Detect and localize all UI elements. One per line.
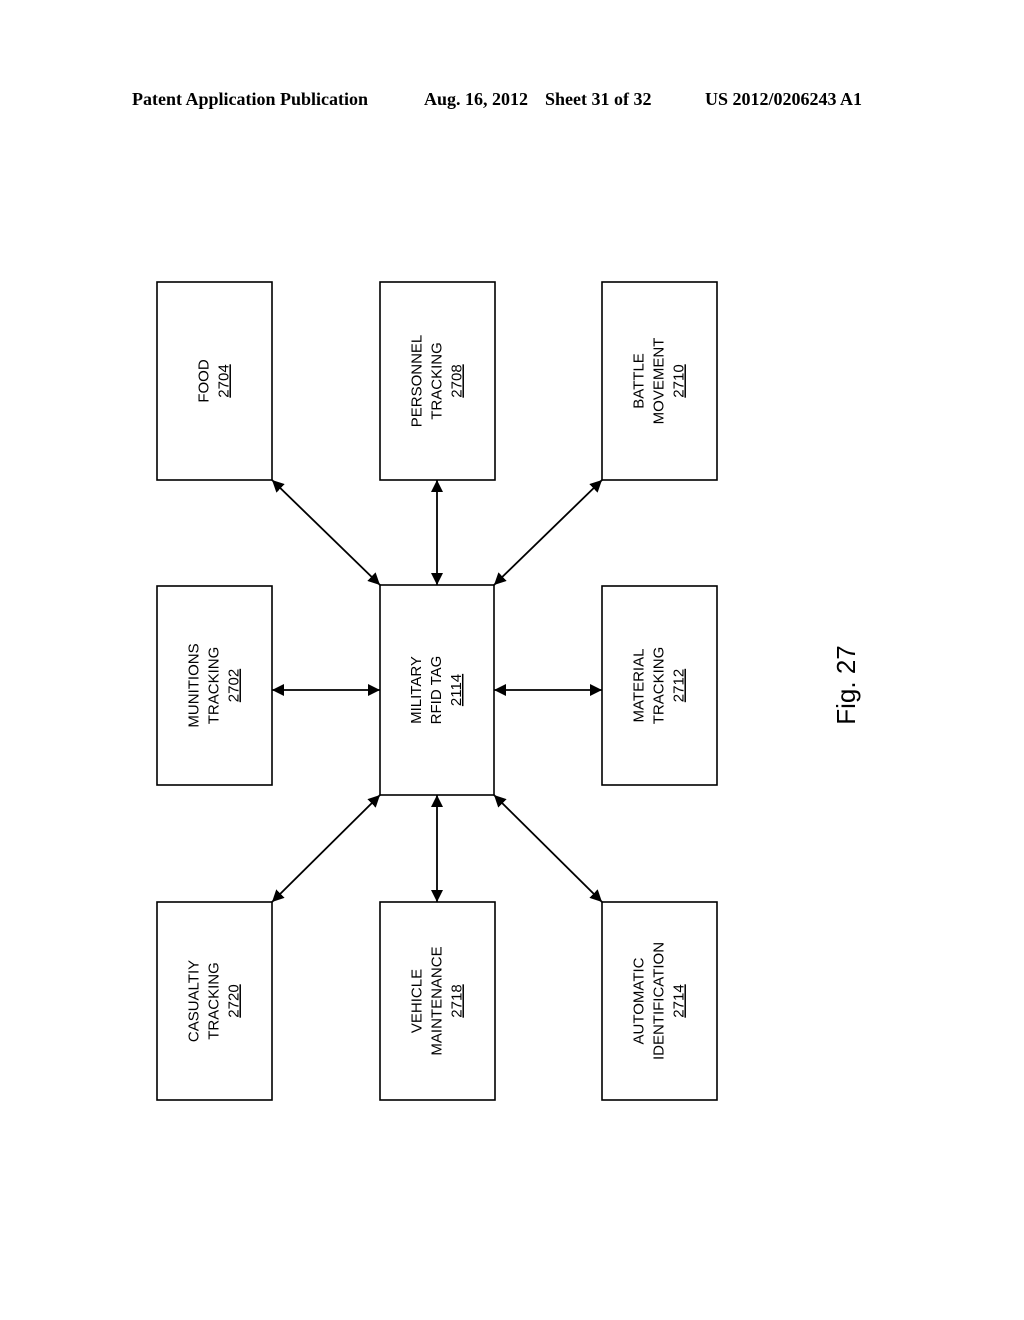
box-personnel-tracking: PERSONNEL TRACKING 2708	[379, 281, 496, 481]
reference-number: 2718	[448, 984, 465, 1017]
box-label: MOVEMENT	[650, 338, 667, 425]
box-label: VEHICLE	[408, 969, 425, 1033]
reference-number: 2702	[225, 669, 242, 702]
reference-number: 2712	[670, 669, 687, 702]
box-label: MILITARY	[408, 656, 425, 724]
arrow-food	[271, 479, 381, 586]
box-material-tracking: MATERIAL TRACKING 2712	[601, 585, 718, 786]
box-label: RFID TAG	[428, 656, 445, 725]
box-label: IDENTIFICATION	[650, 942, 667, 1060]
box-label: TRACKING	[205, 647, 222, 725]
reference-number: 2714	[670, 984, 687, 1017]
reference-number: 2114	[448, 674, 465, 706]
reference-number: 2708	[448, 364, 465, 397]
box-automatic-identification: AUTOMATIC IDENTIFICATION 2714	[601, 901, 718, 1101]
box-casualtiy-tracking: CASUALTIY TRACKING 2720	[156, 901, 273, 1101]
box-military-rfid-tag: MILITARY RFID TAG 2114	[379, 584, 495, 796]
arrow-casualtiy-tracking	[271, 794, 381, 903]
box-munitions-tracking: MUNITIONS TRACKING 2702	[156, 585, 273, 786]
box-label: PERSONNEL	[408, 335, 425, 428]
box-label: MUNITIONS	[185, 643, 202, 727]
box-label: TRACKING	[650, 647, 667, 725]
reference-number: 2704	[215, 364, 232, 397]
box-label: AUTOMATIC	[630, 957, 647, 1044]
box-label: MATERIAL	[630, 649, 647, 723]
box-label: BATTLE	[630, 353, 647, 409]
block-diagram: MILITARY RFID TAG 2114FOOD 2704 PERSONNEL TRA…	[156, 281, 861, 1101]
box-battle-movement: BATTLE MOVEMENT 2710	[601, 281, 718, 481]
box-food: FOOD 2704	[156, 281, 273, 481]
reference-number: 2720	[225, 984, 242, 1017]
figure-label: Fig. 27	[831, 645, 861, 725]
arrow-automatic-identification	[493, 794, 603, 903]
box-label: MAINTENANCE	[428, 946, 445, 1055]
reference-number: 2710	[670, 364, 687, 397]
box-label: FOOD	[195, 359, 212, 402]
box-vehicle-maintenance: VEHICLE MAINTENANCE 2718	[379, 901, 496, 1101]
box-label: TRACKING	[205, 962, 222, 1040]
box-label: TRACKING	[428, 342, 445, 420]
arrow-battle-movement	[493, 479, 603, 586]
box-label: CASUALTIY	[185, 960, 202, 1042]
